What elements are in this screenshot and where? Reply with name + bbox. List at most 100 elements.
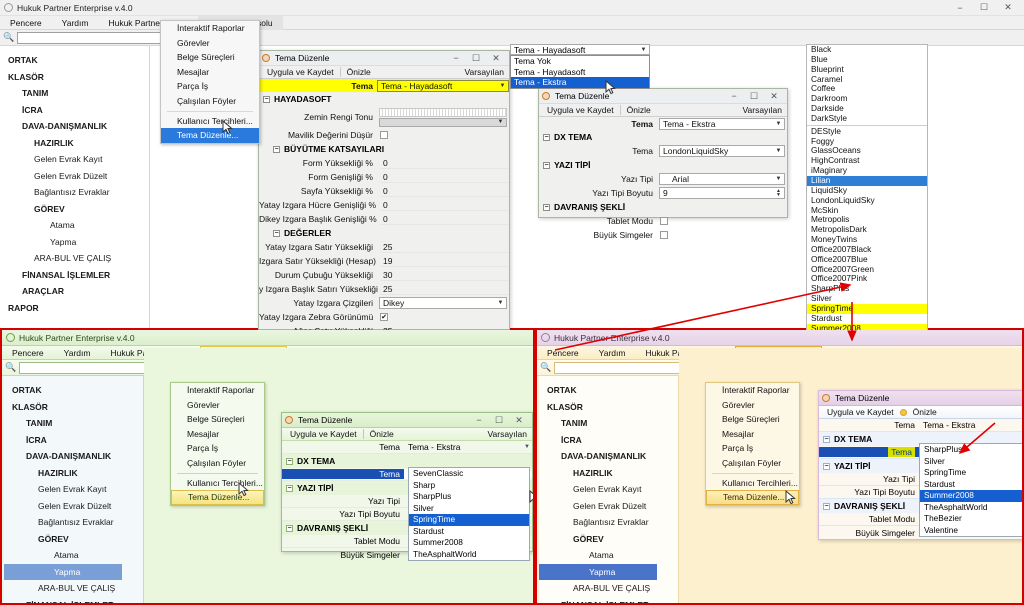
menu-item-belge-s-re-leri[interactable]: Belge Süreçleri	[706, 412, 799, 427]
menu-item-g-revler[interactable]: Görevler	[706, 398, 799, 413]
collapse-icon[interactable]: −	[286, 457, 293, 465]
row-textfield[interactable]: 0	[380, 157, 509, 169]
group-buyutme[interactable]: − BÜYÜTME KATSAYILARI	[259, 142, 509, 156]
theme-value[interactable]: Tema - Ekstra	[919, 420, 1022, 430]
tree-item-rapor[interactable]: RAPOR	[0, 300, 149, 317]
menu-item-mesajlar[interactable]: Mesajlar	[706, 427, 799, 442]
buyuk-simgeler-checkbox[interactable]	[660, 231, 668, 239]
tree-item-gelen-evrak-kay-t[interactable]: Gelen Evrak Kayıt	[4, 481, 143, 498]
dx-theme-open-dropdown[interactable]: SevenClassic Sharp SharpPlus Silver SpringTi…	[408, 467, 530, 561]
collapse-icon[interactable]: −	[543, 161, 550, 169]
menu-yardim[interactable]: Yardım	[589, 346, 636, 360]
row-value[interactable]: 25	[377, 241, 509, 253]
dialog-close-icon[interactable]: ✕	[509, 413, 529, 427]
menu-item-i-nteraktif-raporlar[interactable]: İnteraktif Raporlar	[171, 383, 264, 398]
row-value[interactable]: 19	[377, 255, 509, 267]
apply-save-button[interactable]: Uygula ve Kaydet	[541, 105, 620, 115]
tree-item-gelen-evrak-d-zelt[interactable]: Gelen Evrak Düzelt	[4, 498, 143, 515]
preview-button[interactable]: Önizle	[907, 407, 943, 417]
row-value[interactable]: 0	[377, 199, 509, 211]
dx-option-silver[interactable]: Silver	[409, 503, 529, 515]
tree-item-yapma[interactable]: Yapma	[4, 563, 122, 580]
dx-theme-combo[interactable]: LondonLiquidSky ▼	[659, 145, 785, 157]
minimize-icon[interactable]: −	[948, 0, 972, 16]
apply-save-button[interactable]: Uygula ve Kaydet	[261, 67, 340, 77]
tree-item-fi-nansal-i-lemler[interactable]: FİNANSAL İŞLEMLER	[0, 267, 149, 284]
row-textfield[interactable]: 25	[380, 325, 509, 331]
fontsize-spinner[interactable]: 9 ▲ ▼	[659, 187, 785, 199]
menu-pencere[interactable]: Pencere	[2, 346, 54, 360]
maximize-icon[interactable]: ☐	[972, 0, 996, 16]
collapse-icon[interactable]: −	[263, 95, 270, 103]
tree-item-ortak[interactable]: ORTAK	[539, 382, 678, 399]
menu-item-g-revler[interactable]: Görevler	[161, 36, 259, 51]
tree-item-ba-lant-s-z-evraklar[interactable]: Bağlantısız Evraklar	[539, 514, 678, 531]
dx-option-theasphaltworld[interactable]: TheAsphaltWorld	[920, 502, 1022, 514]
row-textfield[interactable]: 0	[380, 185, 509, 197]
collapse-icon[interactable]: −	[823, 502, 830, 510]
tree-item-i-cra[interactable]: İCRA	[0, 102, 149, 119]
menu-item-tema-duzenle[interactable]: Tema Düzenle...	[706, 490, 799, 505]
tree-item-tanim[interactable]: TANIM	[539, 415, 678, 432]
dx-option-sharp[interactable]: Sharp	[409, 480, 529, 492]
dx-option-theasphaltworld[interactable]: TheAsphaltWorld	[409, 549, 529, 561]
group-dx-tema[interactable]: − DX TEMA	[539, 130, 787, 144]
dialog-close-icon[interactable]: ✕	[764, 89, 784, 103]
collapse-icon[interactable]: −	[543, 203, 550, 211]
dialog-maximize-icon[interactable]: ☐	[466, 51, 486, 65]
dx-option-sharpplus[interactable]: SharpPlus	[409, 491, 529, 503]
default-button[interactable]: Varsayılan	[464, 67, 509, 77]
theme-value[interactable]: Tema - Ekstra	[404, 442, 522, 452]
row-value[interactable]: 0	[377, 213, 509, 225]
group-yazitipi[interactable]: − YAZI TİPİ	[539, 158, 787, 172]
tree-item-ortak[interactable]: ORTAK	[0, 52, 149, 69]
theme-combo[interactable]: Tema - Ekstra ▼	[659, 117, 785, 130]
menu-item--al-lan-f-yler[interactable]: Çalışılan Föyler	[171, 456, 264, 471]
mavilik-checkbox[interactable]	[380, 131, 388, 139]
row-textfield[interactable]: 0	[380, 171, 509, 183]
tree-item-ara-bul-ve-ali-[interactable]: ARA-BUL VE ÇALIŞ	[0, 250, 149, 267]
tree-item-klas-r[interactable]: KLASÖR	[539, 399, 678, 416]
group-davranis[interactable]: − DAVRANIŞ ŞEKLİ	[539, 200, 787, 214]
collapse-icon[interactable]: −	[286, 484, 293, 492]
theme-select-combo[interactable]: Tema - Hayadasoft ▼	[510, 44, 650, 55]
tree-item-ara-lar[interactable]: ARAÇLAR	[0, 283, 149, 300]
tree-item-dava-dani-manlik[interactable]: DAVA-DANIŞMANLIK	[539, 448, 678, 465]
theme-option-tema-hayadasoft[interactable]: Tema - Hayadasoft	[511, 67, 649, 78]
dx-option-valentine[interactable]: Valentine	[920, 525, 1022, 537]
tree-item-fi-nansal-i-lemler[interactable]: FİNANSAL İŞLEMLER	[4, 597, 143, 604]
theme-list-item-summer2008[interactable]: Summer2008	[807, 323, 927, 330]
tree-item-gelen-evrak-d-zelt[interactable]: Gelen Evrak Düzelt	[0, 168, 149, 185]
menu-item--al-lan-f-yler[interactable]: Çalışılan Föyler	[161, 94, 259, 109]
tree-item-yapma[interactable]: Yapma	[539, 563, 657, 580]
tree-item-gelen-evrak-kay-t[interactable]: Gelen Evrak Kayıt	[0, 151, 149, 168]
apply-save-button[interactable]: Uygula ve Kaydet	[284, 429, 363, 439]
row-value[interactable]: 0	[377, 185, 509, 197]
tree-item-g-rev[interactable]: GÖREV	[4, 531, 143, 548]
row-value[interactable]: 0	[377, 171, 509, 183]
collapse-icon[interactable]: −	[273, 145, 280, 153]
menu-yardim[interactable]: Yardım	[52, 16, 99, 30]
menu-pencere[interactable]: Pencere	[0, 16, 52, 30]
tree-item-i-cra[interactable]: İCRA	[539, 432, 678, 449]
tree-item-ba-lant-s-z-evraklar[interactable]: Bağlantısız Evraklar	[4, 514, 143, 531]
row-textfield[interactable]: 25	[380, 283, 509, 295]
tablet-modu-checkbox[interactable]	[660, 217, 668, 225]
tree-item-dava-dani-manlik[interactable]: DAVA-DANIŞMANLIK	[4, 448, 143, 465]
collapse-icon[interactable]: −	[286, 524, 293, 532]
row-textfield[interactable]: 25	[380, 241, 509, 253]
tree-item-dava-dani-manlik[interactable]: DAVA-DANIŞMANLIK	[0, 118, 149, 135]
dx-option-summer2008[interactable]: Summer2008	[920, 490, 1022, 502]
row-combo[interactable]: Dikey ▼	[379, 297, 507, 309]
menu-item-mesajlar[interactable]: Mesajlar	[171, 427, 264, 442]
default-button[interactable]: Varsayılan	[487, 429, 532, 439]
tree-item-klas-r[interactable]: KLASÖR	[0, 69, 149, 86]
menu-item-i-nteraktif-raporlar[interactable]: İnteraktif Raporlar	[706, 383, 799, 398]
dialog-minimize-icon[interactable]: −	[724, 89, 744, 103]
tree-item-tanim[interactable]: TANIM	[4, 415, 143, 432]
tree-item-atama[interactable]: Atama	[4, 547, 143, 564]
menu-item--al-lan-f-yler[interactable]: Çalışılan Föyler	[706, 456, 799, 471]
row-value[interactable]: 25	[377, 325, 509, 331]
collapse-icon[interactable]: −	[273, 229, 280, 237]
menu-item-belge-s-re-leri[interactable]: Belge Süreçleri	[161, 50, 259, 65]
